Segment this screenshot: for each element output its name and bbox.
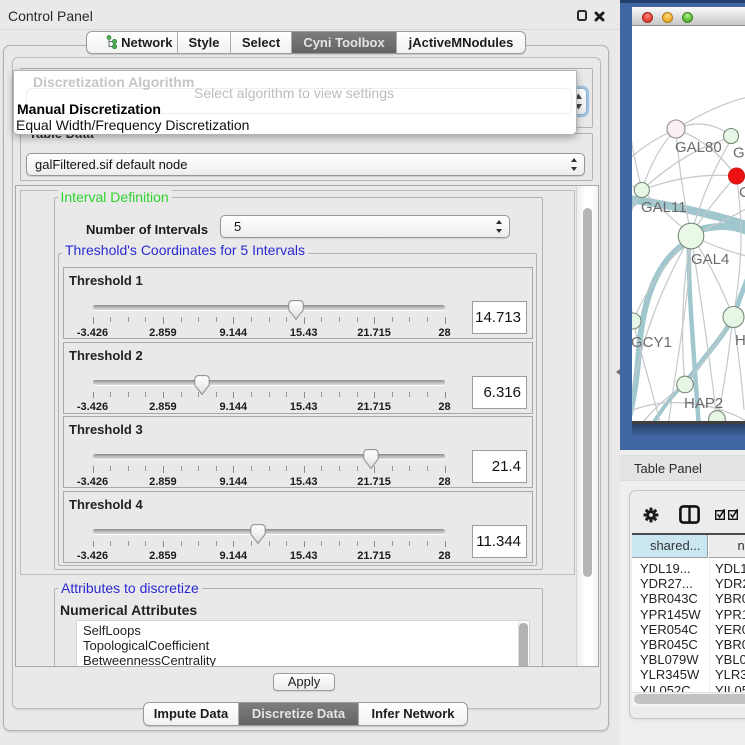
svg-text:G...: G... <box>733 145 745 162</box>
svg-text:HAP2: HAP2 <box>684 395 723 412</box>
svg-text:GAL4: GAL4 <box>691 251 729 268</box>
svg-text:GCY1: GCY1 <box>632 334 672 351</box>
svg-text:GAL80: GAL80 <box>675 139 722 156</box>
svg-text:C: C <box>739 184 745 201</box>
svg-text:HA: HA <box>735 332 745 349</box>
svg-text:GAL11: GAL11 <box>641 199 687 216</box>
